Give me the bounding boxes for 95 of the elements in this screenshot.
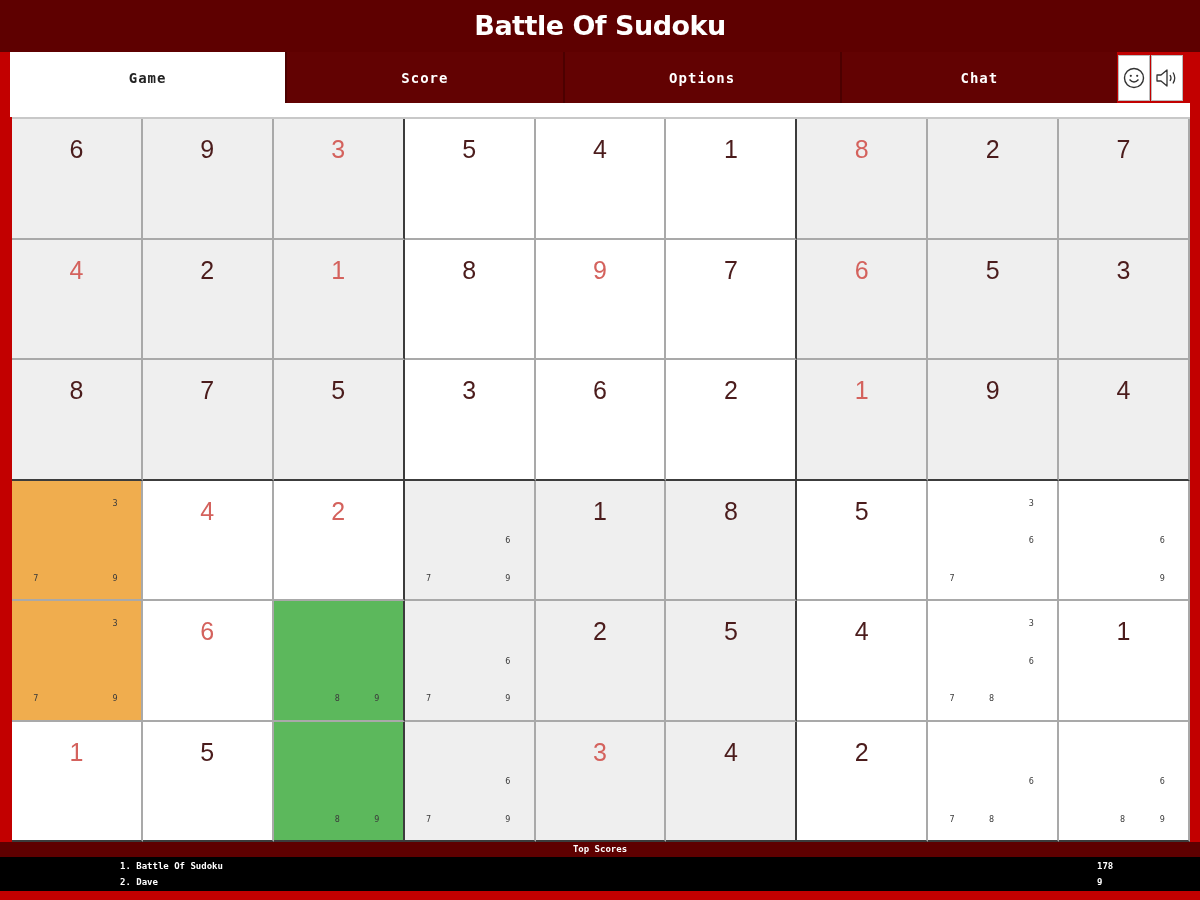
sudoku-cell[interactable]: 6 7 9 <box>404 480 536 601</box>
pencil-note: 6 <box>1028 536 1034 546</box>
pencil-note: 7 <box>33 694 39 704</box>
sudoku-cell[interactable]: 2 <box>797 721 929 842</box>
player-score: 178 <box>1097 860 1114 872</box>
sudoku-cell[interactable]: 4 <box>666 721 798 842</box>
sudoku-cell[interactable]: 5 <box>666 601 798 722</box>
tab[interactable]: Chat <box>841 52 1117 103</box>
sudoku-cell[interactable]: 3 7 9 <box>12 601 143 722</box>
player-score: 9 <box>1097 876 1103 888</box>
sudoku-cell[interactable]: 1 <box>535 480 667 601</box>
pencil-note: 8 <box>334 814 340 824</box>
pencil-note: 6 <box>1028 656 1034 666</box>
sudoku-cell[interactable]: 1 <box>666 119 798 240</box>
sudoku-cell[interactable]: 4 <box>1059 360 1190 481</box>
pencil-note: 9 <box>505 694 511 704</box>
pencil-note: 9 <box>374 694 380 704</box>
pencil-note: 9 <box>505 573 511 583</box>
smiley-icon <box>1123 67 1145 89</box>
sudoku-cell[interactable]: 3 <box>404 360 536 481</box>
pencil-note: 8 <box>989 694 995 704</box>
sudoku-cell[interactable]: 6 <box>12 119 143 240</box>
sudoku-cell[interactable]: 2 <box>666 360 798 481</box>
sudoku-cell[interactable]: 4 <box>142 480 274 601</box>
sudoku-cell[interactable]: 5 <box>273 360 405 481</box>
pencil-note: 3 <box>112 498 118 508</box>
sudoku-cell[interactable]: 3 <box>1059 239 1190 360</box>
sudoku-cell[interactable]: 8 9 <box>273 601 405 722</box>
sudoku-cell[interactable]: 1 <box>12 721 143 842</box>
sudoku-cell[interactable]: 7 <box>142 360 274 481</box>
pencil-note: 7 <box>425 814 431 824</box>
pencil-note: 7 <box>949 694 955 704</box>
sudoku-cell[interactable]: 6 7 9 <box>404 721 536 842</box>
sudoku-cell[interactable]: 8 9 <box>273 721 405 842</box>
sudoku-cell[interactable]: 2 <box>535 601 667 722</box>
sudoku-cell[interactable]: 9 <box>928 360 1060 481</box>
emoji-button[interactable] <box>1118 55 1150 101</box>
sudoku-cell[interactable]: 7 <box>1059 119 1190 240</box>
pencil-note: 6 <box>505 536 511 546</box>
sudoku-cell[interactable]: 3 6 7 8 <box>928 601 1060 722</box>
sudoku-cell[interactable]: 5 <box>404 119 536 240</box>
pencil-note: 6 <box>1159 777 1165 787</box>
sudoku-cell[interactable]: 5 <box>928 239 1060 360</box>
pencil-note: 8 <box>1120 814 1126 824</box>
pencil-note: 6 <box>1159 536 1165 546</box>
sudoku-cell[interactable]: 5 <box>797 480 929 601</box>
pencil-note: 7 <box>949 814 955 824</box>
sudoku-cell[interactable]: 8 <box>404 239 536 360</box>
pencil-note: 7 <box>425 573 431 583</box>
tab[interactable]: Score <box>287 52 563 103</box>
pencil-note: 9 <box>1159 814 1165 824</box>
pencil-note: 9 <box>374 814 380 824</box>
speaker-icon <box>1156 68 1178 88</box>
pencil-note: 9 <box>1159 573 1165 583</box>
sudoku-cell[interactable]: 7 <box>666 239 798 360</box>
sudoku-cell[interactable]: 1 <box>1059 601 1190 722</box>
tab[interactable]: Game <box>10 52 286 103</box>
sudoku-cell[interactable]: 6 8 9 <box>1059 721 1190 842</box>
sudoku-cell[interactable]: 2 <box>928 119 1060 240</box>
sudoku-cell[interactable]: 3 7 9 <box>12 480 143 601</box>
sudoku-cell[interactable]: 2 <box>273 480 405 601</box>
pencil-note: 6 <box>505 656 511 666</box>
pencil-note: 6 <box>1028 777 1034 787</box>
sudoku-cell[interactable]: 6 7 9 <box>404 601 536 722</box>
pencil-note: 8 <box>989 814 995 824</box>
pencil-note: 7 <box>949 573 955 583</box>
sudoku-cell[interactable]: 4 <box>797 601 929 722</box>
sound-button[interactable] <box>1151 55 1183 101</box>
sudoku-cell[interactable]: 6 7 8 <box>928 721 1060 842</box>
sudoku-cell[interactable]: 6 <box>535 360 667 481</box>
sudoku-cell[interactable]: 5 <box>142 721 274 842</box>
pencil-note: 3 <box>1028 619 1034 629</box>
pencil-note: 9 <box>112 573 118 583</box>
tab[interactable]: Options <box>564 52 840 103</box>
pencil-note: 3 <box>1028 498 1034 508</box>
sudoku-cell[interactable]: 6 9 <box>1059 480 1190 601</box>
sudoku-cell[interactable]: 8 <box>12 360 143 481</box>
pencil-note: 9 <box>505 814 511 824</box>
pencil-note: 7 <box>33 573 39 583</box>
scores-title: Top Scores <box>572 844 628 855</box>
app-title: Battle Of Sudoku <box>474 10 726 42</box>
sudoku-cell[interactable]: 9 <box>535 239 667 360</box>
pencil-note: 9 <box>112 694 118 704</box>
sudoku-cell[interactable]: 8 <box>666 480 798 601</box>
pencil-note: 6 <box>505 777 511 787</box>
player-name: 1. Battle Of Sudoku <box>120 860 223 872</box>
pencil-note: 3 <box>112 619 118 629</box>
sudoku-cell[interactable]: 4 <box>535 119 667 240</box>
sudoku-cell[interactable]: 9 <box>142 119 274 240</box>
pencil-note: 7 <box>425 694 431 704</box>
sudoku-cell[interactable]: 3 6 7 <box>928 480 1060 601</box>
pencil-note: 8 <box>334 694 340 704</box>
player-name: 2. Dave <box>120 876 158 888</box>
sudoku-cell[interactable]: 6 <box>142 601 274 722</box>
sudoku-cell[interactable]: 2 <box>142 239 274 360</box>
